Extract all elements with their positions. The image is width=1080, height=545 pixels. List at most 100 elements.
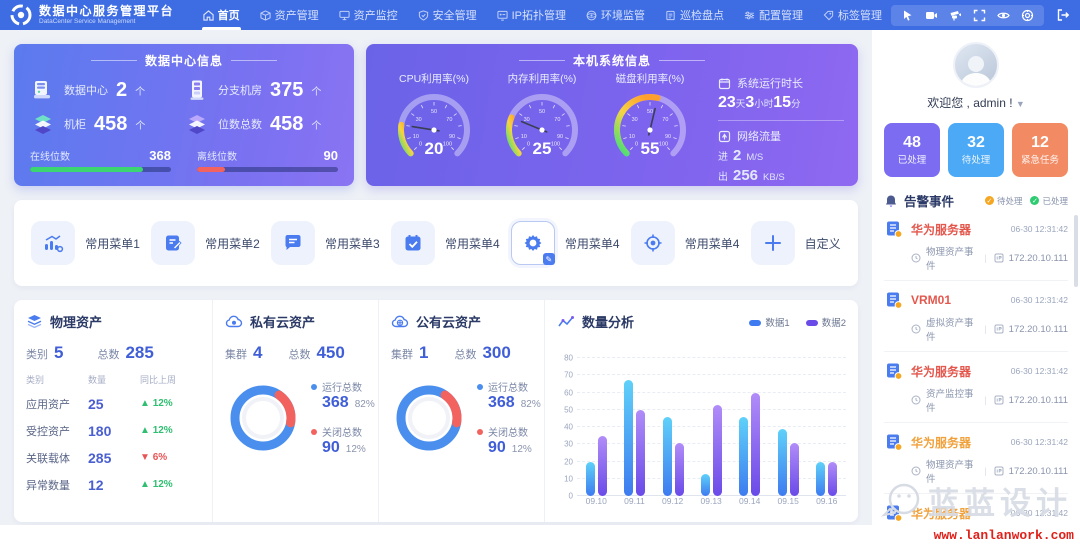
bar-chart: 01020304050607080 09.1009.1109.1209.1309…	[557, 335, 846, 510]
fullscreen-icon[interactable]	[973, 9, 986, 22]
menu-tile	[31, 221, 75, 265]
config-icon	[744, 10, 755, 21]
private-cloud-icon	[225, 314, 243, 330]
server-alert-icon	[884, 361, 904, 381]
svg-text:90: 90	[557, 134, 563, 140]
nav-item-inspection[interactable]: 巡检盘点	[656, 0, 733, 30]
stat-branch-room: 分支机房 375 个	[184, 73, 338, 107]
menu-label: 常用菜单3	[325, 235, 380, 252]
datacenter-info-title: 数据中心信息	[30, 52, 338, 69]
right-sidebar: 欢迎您 , admin ! ▼ 48已处理 32待处理 12紧急任务 告警事件 …	[872, 30, 1080, 525]
chevron-down-icon: ▼	[1016, 99, 1025, 109]
quick-menu-5[interactable]: ✎ 常用菜单4	[511, 221, 620, 265]
svg-text:90: 90	[449, 134, 455, 140]
system-info-title: 本机系统信息	[380, 52, 844, 69]
physical-total-count: 总数285	[97, 343, 153, 363]
nav-item-label: 巡检盘点	[680, 7, 724, 23]
gauge-disk: 磁盘利用率(%) 0103050709010055	[596, 69, 704, 184]
bar-group	[739, 393, 760, 497]
uptime-label: 系统运行时长	[737, 75, 803, 91]
bar-数据1	[663, 417, 672, 496]
nav-item-security[interactable]: 安全管理	[409, 0, 486, 30]
ip-icon	[994, 253, 1004, 263]
quick-menu-4[interactable]: 常用菜单4	[391, 221, 500, 265]
bar-数据1	[624, 380, 633, 496]
physical-assets-table: 类别数量同比上周 应用资产25 ▲ 12% 受控资产180 ▲ 12% 关联载体…	[26, 371, 200, 498]
bar-group	[624, 380, 645, 496]
scrollbar[interactable]	[1074, 215, 1078, 287]
svg-text:100: 100	[443, 141, 452, 147]
nav-item-tags[interactable]: 标签管理	[814, 0, 891, 30]
stat-value: 375	[270, 79, 303, 102]
bar-group	[586, 436, 607, 496]
public-cloud-icon	[391, 314, 409, 330]
sidebar-stats: 48已处理 32待处理 12紧急任务	[884, 123, 1068, 177]
menu-label: 常用菜单1	[85, 235, 140, 252]
gauge-label: CPU利用率(%)	[399, 71, 469, 86]
nav-item-label: 安全管理	[433, 7, 477, 23]
compass-icon[interactable]	[1021, 9, 1034, 22]
ip-topology-icon	[497, 10, 508, 21]
avatar[interactable]	[953, 42, 999, 88]
stat-card-pending[interactable]: 32待处理	[948, 123, 1004, 177]
menu-label: 常用菜单4	[445, 235, 500, 252]
system-info-card: 本机系统信息 CPU利用率(%) 0103050709010020 内存利用率(…	[366, 44, 858, 186]
quick-menu-1[interactable]: 常用菜单1	[31, 221, 140, 265]
stat-unit: 个	[311, 117, 321, 132]
alarm-item[interactable]: VRM01 06-30 12:31:42 虚拟资产事件| 172.20.10.1…	[884, 281, 1068, 352]
nav-item-ip-topology[interactable]: IP拓扑管理	[488, 0, 575, 30]
legend-closed: 关闭总数 9012%	[477, 424, 541, 457]
nav-item-asset-management[interactable]: 资产管理	[251, 0, 328, 30]
video-icon[interactable]	[925, 9, 938, 22]
public-cloud-section: 公有云资产 集群1 总数300 运行总数 36882% 关闭总数	[378, 300, 544, 522]
network-icon	[718, 130, 731, 143]
clock-icon	[911, 324, 921, 334]
ip-icon	[994, 324, 1004, 334]
menu-tile	[391, 221, 435, 265]
home-icon	[203, 10, 214, 21]
private-cloud-donut-chart	[225, 380, 301, 456]
public-cloud-donut-chart	[391, 380, 467, 456]
pointer-icon[interactable]	[901, 9, 914, 22]
legend-series-1[interactable]: 数据1	[749, 315, 789, 329]
section-title: 物理资产	[50, 312, 102, 331]
stat-unit: 个	[311, 83, 321, 98]
nav-item-home[interactable]: 首页	[194, 0, 249, 30]
logout-button[interactable]	[1056, 8, 1070, 22]
quick-menu-6[interactable]: 常用菜单4	[631, 221, 740, 265]
legend-dot	[311, 384, 317, 390]
alarm-item[interactable]: 华为服务器 06-30 12:31:42 物理资产事件| 172.20.10.1…	[884, 210, 1068, 281]
camera-icon[interactable]	[949, 9, 962, 22]
stat-card-processed[interactable]: 48已处理	[884, 123, 940, 177]
alarm-list: 华为服务器 06-30 12:31:42 物理资产事件| 172.20.10.1…	[884, 210, 1068, 545]
calendar-check-icon	[402, 232, 424, 254]
progress-track	[197, 167, 338, 172]
nav-item-environment[interactable]: 环境监管	[577, 0, 654, 30]
alarm-item[interactable]: 华为服务器 06-30 12:31:42 物理资产事件| 172.20.10.1…	[884, 423, 1068, 494]
bar-数据2	[636, 410, 645, 496]
nav-item-config[interactable]: 配置管理	[735, 0, 812, 30]
quick-menu-2[interactable]: 常用菜单2	[151, 221, 260, 265]
alarm-item[interactable]: 华为服务器 06-30 12:31:42 资产监控事件| 172.20.10.1…	[884, 352, 1068, 423]
public-cluster-count: 集群1	[391, 343, 428, 363]
svg-text:50: 50	[647, 109, 653, 115]
avatar-image	[956, 52, 996, 86]
bar-数据1	[816, 462, 825, 497]
bar-数据1	[778, 429, 787, 496]
nav-item-asset-monitor[interactable]: 资产监控	[330, 0, 407, 30]
quick-menu-3[interactable]: 常用菜单3	[271, 221, 380, 265]
assets-panel: 物理资产 类别5 总数285 类别数量同比上周 应用资产25 ▲ 12% 受控资…	[14, 300, 858, 522]
stat-total-slots: 位数总数 458 个	[184, 107, 338, 141]
physical-assets-section: 物理资产 类别5 总数285 类别数量同比上周 应用资产25 ▲ 12% 受控资…	[14, 300, 212, 522]
menu-tile	[631, 221, 675, 265]
stat-card-urgent[interactable]: 12紧急任务	[1012, 123, 1068, 177]
bar-数据2	[598, 436, 607, 496]
welcome-dropdown[interactable]: 欢迎您 , admin ! ▼	[884, 94, 1068, 111]
legend-series-2[interactable]: 数据2	[806, 315, 846, 329]
alarm-title: 告警事件	[904, 191, 954, 210]
quick-menu-custom[interactable]: 自定义	[751, 221, 841, 265]
network-out: 出256KB/S	[718, 167, 844, 184]
eye-icon[interactable]	[997, 9, 1010, 22]
asset-monitor-icon	[339, 10, 350, 21]
svg-text:30: 30	[632, 117, 638, 123]
